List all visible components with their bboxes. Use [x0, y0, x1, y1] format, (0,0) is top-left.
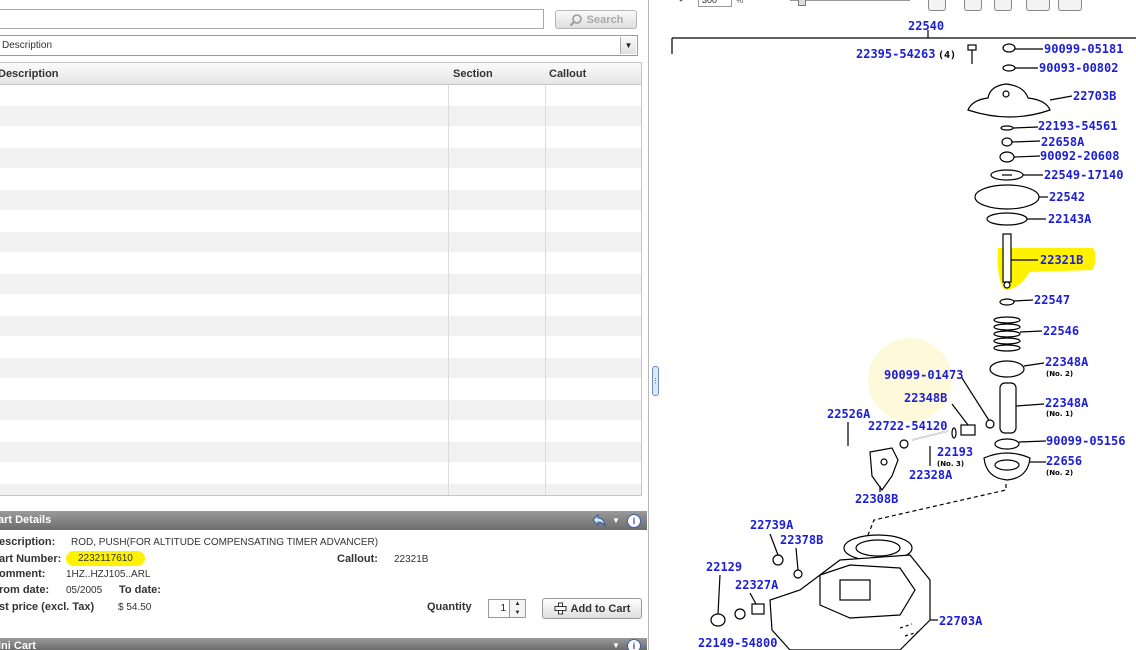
callout-22193-54561[interactable]: 22193-54561	[1038, 119, 1117, 133]
to-date-label: To date:	[119, 584, 161, 596]
search-button[interactable]: Search	[555, 10, 637, 29]
column-header-section[interactable]: Section	[453, 68, 493, 80]
callout-22722-54120[interactable]: 22722-54120	[868, 419, 947, 433]
callout-22348A-no2[interactable]: 22348A	[1045, 355, 1089, 369]
add-to-cart-label: Add to Cart	[570, 602, 631, 615]
callout-22328A[interactable]: 22328A	[909, 468, 953, 482]
parts-diagram-viewer[interactable]: 300 % 22540 22395-54263 (4) 90099-05181 …	[660, 0, 1136, 650]
callout-22348A-no1-sub: (No. 1)	[1046, 410, 1073, 418]
callout-22540[interactable]: 22540	[908, 19, 944, 33]
callout-22308B[interactable]: 22308B	[855, 492, 898, 506]
callout-90099-01473[interactable]: 90099-01473	[884, 368, 963, 382]
callout-22658A[interactable]: 22658A	[1041, 135, 1085, 149]
comment-label: omment:	[0, 568, 46, 580]
part-details-body: escription: ROD, PUSH(FOR ALTITUDE COMPE…	[0, 530, 647, 636]
callout-90092-20608[interactable]: 90092-20608	[1040, 149, 1119, 163]
quantity-note-4: (4)	[938, 50, 956, 61]
column-divider	[448, 63, 449, 495]
callout-22703B[interactable]: 22703B	[1073, 89, 1116, 103]
spin-up-icon[interactable]: ▲	[515, 601, 521, 607]
quantity-spinner[interactable]: ▲ ▼	[510, 599, 526, 618]
callout-22348A-no2-sub: (No. 2)	[1046, 370, 1073, 378]
part-details-header: art Details ▼ i	[0, 511, 647, 530]
part-details-title: art Details	[0, 514, 52, 526]
help-icon[interactable]: i	[627, 639, 641, 650]
callout-22143A[interactable]: 22143A	[1048, 212, 1092, 226]
column-header-description[interactable]: Description	[0, 68, 59, 80]
spin-down-icon[interactable]: ▼	[515, 610, 521, 616]
part-number-value: 2232117610	[66, 551, 145, 566]
search-field-select[interactable]: Description ▼	[0, 35, 638, 56]
back-arrow-icon[interactable]	[592, 514, 606, 527]
quantity-input[interactable]: 1	[488, 599, 510, 618]
callout-22378B[interactable]: 22378B	[780, 533, 823, 547]
search-button-label: Search	[586, 13, 624, 26]
callout-22321B[interactable]: 22321B	[1040, 253, 1083, 267]
callout-22193[interactable]: 22193	[937, 445, 973, 459]
splitter-handle-icon[interactable]: ⋮	[652, 366, 659, 396]
comment-value: 1HZ..HZJ105..ARL	[66, 569, 151, 580]
callout-22542[interactable]: 22542	[1049, 190, 1085, 204]
search-field-select-value: Description	[2, 40, 53, 51]
callout-22348A-no1[interactable]: 22348A	[1045, 396, 1089, 410]
from-date-label: rom date:	[0, 584, 50, 596]
callout-22129[interactable]: 22129	[706, 560, 742, 574]
column-divider	[545, 63, 546, 495]
callout-value: 22321B	[394, 554, 429, 565]
part-number-label: art Number:	[0, 553, 62, 565]
exploded-parts-drawing[interactable]: 22540 22395-54263 (4) 90099-05181 90093-…	[660, 0, 1136, 650]
parts-list-panel: Search Description ▼ Description Section…	[0, 0, 649, 650]
description-label: escription:	[0, 536, 56, 548]
quantity-stepper[interactable]: 1 ▲ ▼	[488, 599, 526, 618]
callout-22348B[interactable]: 22348B	[904, 391, 947, 405]
callout-22526A[interactable]: 22526A	[827, 407, 871, 421]
chevron-down-icon[interactable]: ▼	[612, 639, 620, 650]
callout-90099-05156[interactable]: 90099-05156	[1046, 434, 1125, 448]
chevron-down-icon[interactable]: ▼	[612, 511, 620, 530]
grid-header: Description Section Callout	[0, 63, 641, 85]
magnifier-icon	[569, 13, 583, 27]
list-price-label: st price (excl. Tax)	[0, 601, 95, 613]
from-date-value: 05/2005	[66, 585, 103, 596]
column-header-callout[interactable]: Callout	[549, 68, 586, 80]
callout-90093-00802[interactable]: 90093-00802	[1039, 61, 1118, 75]
callout-90099-05181[interactable]: 90099-05181	[1044, 42, 1123, 56]
callout-22549-17140[interactable]: 22549-17140	[1044, 168, 1123, 182]
description-value: ROD, PUSH(FOR ALTITUDE COMPENSATING TIME…	[71, 537, 379, 548]
callout-22547[interactable]: 22547	[1034, 293, 1070, 307]
callout-22656[interactable]: 22656	[1046, 454, 1082, 468]
callout-22739A[interactable]: 22739A	[750, 518, 794, 532]
callout-label: Callout:	[337, 553, 378, 565]
callout-22327A[interactable]: 22327A	[735, 578, 779, 592]
callout-22193-sub: (No. 3)	[937, 460, 964, 468]
quantity-label: Quantity	[427, 601, 472, 613]
callout-22395-54263[interactable]: 22395-54263	[856, 47, 935, 61]
callout-22703A[interactable]: 22703A	[939, 614, 983, 628]
search-input[interactable]	[0, 9, 544, 29]
mini-cart-header: ini Cart ▼ i	[0, 638, 647, 650]
dropdown-arrow-icon[interactable]: ▼	[620, 37, 636, 54]
add-cart-icon	[554, 602, 567, 615]
list-price-value: $ 54.50	[118, 602, 152, 613]
parts-grid: Description Section Callout	[0, 62, 642, 496]
mini-cart-title: ini Cart	[0, 640, 36, 650]
help-icon[interactable]: i	[627, 514, 641, 528]
add-to-cart-button[interactable]: Add to Cart	[542, 598, 642, 619]
callout-22656-sub: (No. 2)	[1046, 469, 1073, 477]
callout-22546[interactable]: 22546	[1043, 324, 1079, 338]
callout-22149-54800[interactable]: 22149-54800	[698, 636, 777, 650]
